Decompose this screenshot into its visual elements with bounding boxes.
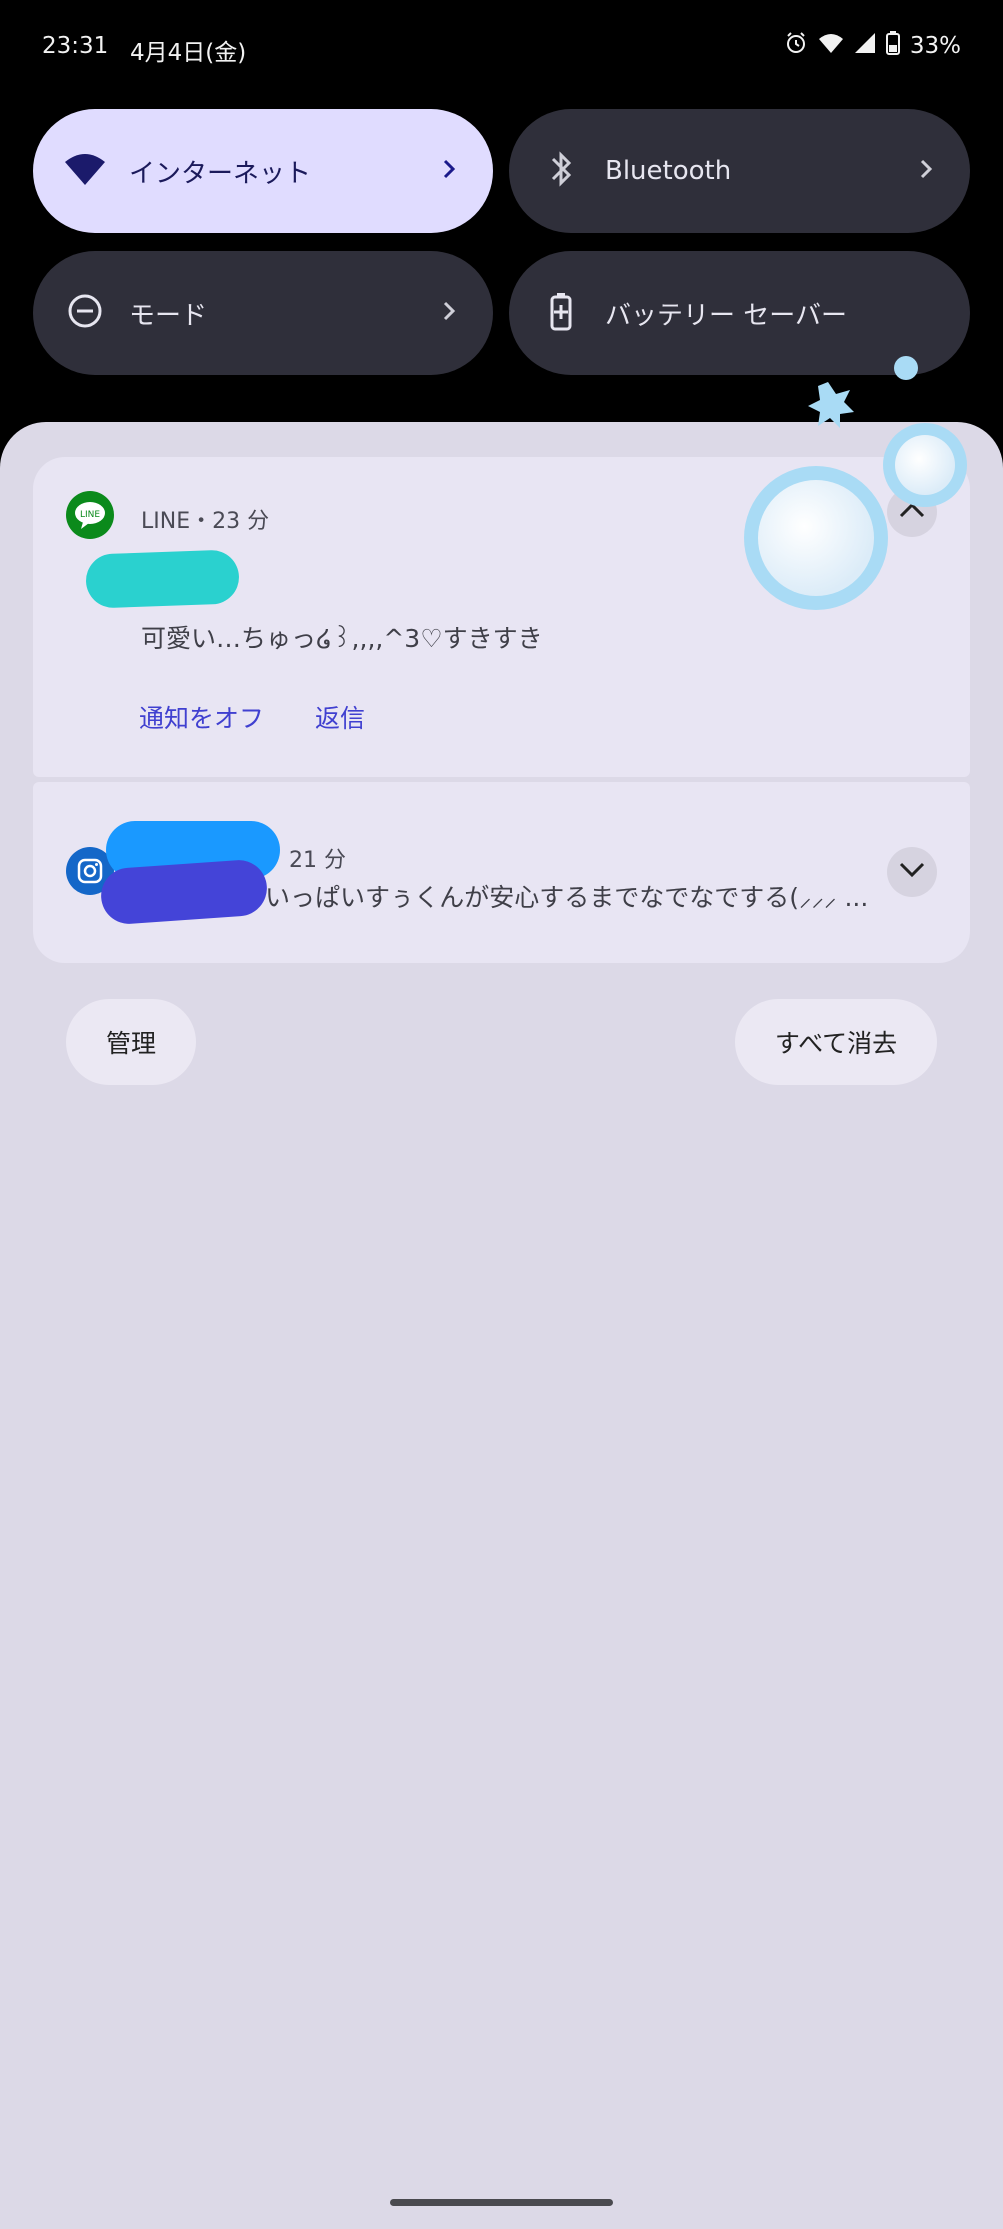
tile-bluetooth[interactable]: Bluetooth [509,109,970,233]
do-not-disturb-icon [63,291,107,335]
svg-text:LINE: LINE [80,510,100,520]
tile-internet-label: インターネット [129,158,312,189]
tile-bluetooth-label: Bluetooth [605,156,732,186]
status-time: 23:31 [42,33,109,59]
tile-battery-saver-label: バッテリー セーバー [605,300,848,331]
battery-percent: 33% [909,33,961,59]
battery-saver-icon [539,291,583,335]
tile-internet[interactable]: インターネット [33,109,493,233]
battery-icon [885,31,900,61]
tile-mode-label: モード [129,300,208,331]
bubble-sticker [740,350,980,620]
line-app-icon: LINE [66,491,114,539]
notification-meta: 21 分 [289,848,346,873]
redacted-sender [85,549,240,609]
chevron-right-icon [916,159,936,183]
status-date: 4月4日(金) [130,40,247,66]
alarm-icon [784,31,808,61]
notification-message: いっぱいすぅくんが安心するまでなでなでする(⸝⸝⸝ ... [265,883,869,912]
notification-message: 可愛い…ちゅっ໒꒱,,,,^3♡すきすき [141,624,543,653]
mute-notification-button[interactable]: 通知をオフ [139,699,264,735]
notification-meta: LINE・23 分 [141,509,270,534]
signal-icon [854,32,876,60]
status-icons: 33% [784,31,961,61]
expand-button[interactable] [887,847,937,897]
chevron-down-icon [899,862,925,882]
clear-all-button[interactable]: すべて消去 [735,999,937,1085]
tile-mode[interactable]: モード [33,251,493,375]
bluetooth-icon [539,149,583,193]
redacted-sender-avatar [99,858,269,926]
reply-button[interactable]: 返信 [315,699,365,735]
wifi-icon [63,152,107,190]
chevron-right-icon [439,301,459,325]
chevron-right-icon [439,159,459,183]
wifi-icon [818,32,844,60]
manage-button[interactable]: 管理 [66,999,196,1085]
notification-instagram[interactable]: 21 分 いっぱいすぅくんが安心するまでなでなでする(⸝⸝⸝ ... [33,782,970,963]
gesture-handle[interactable] [390,2199,613,2206]
